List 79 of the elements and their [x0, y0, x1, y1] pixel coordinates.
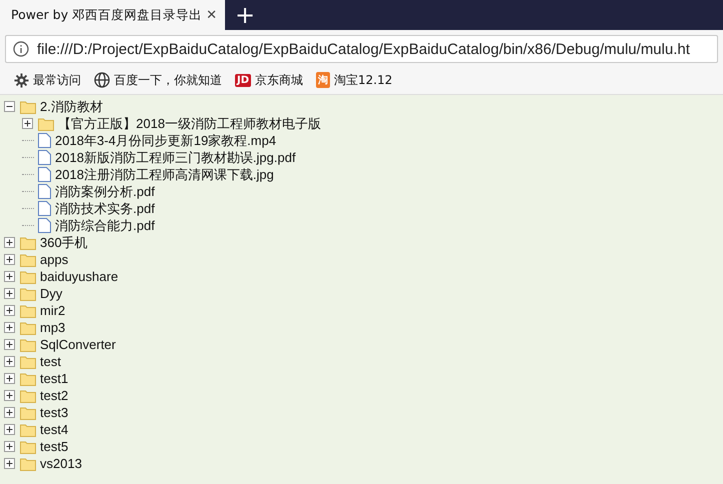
file-icon — [38, 167, 51, 182]
tree-guide-line — [22, 191, 34, 192]
tree-item-label[interactable]: test3 — [40, 405, 68, 420]
tree-guide-line — [22, 225, 34, 226]
tree-item-label[interactable]: 消防案例分析.pdf — [55, 182, 155, 200]
expand-icon[interactable] — [4, 271, 15, 282]
expand-icon[interactable] — [4, 458, 15, 469]
bookmark-link[interactable]: 最常访问 — [14, 72, 81, 88]
folder-icon — [20, 456, 36, 470]
folder-icon — [20, 372, 36, 386]
tree-item-label[interactable]: mir2 — [40, 303, 66, 318]
folder-icon — [20, 388, 36, 402]
close-icon[interactable]: ✕ — [206, 8, 217, 22]
tree-item-label[interactable]: test1 — [40, 371, 68, 386]
expand-icon[interactable] — [4, 305, 15, 316]
tree-item-label[interactable]: Dyy — [40, 286, 62, 301]
folder-icon — [20, 440, 36, 454]
expand-icon[interactable] — [4, 356, 15, 367]
file-icon — [38, 150, 51, 165]
info-icon[interactable] — [13, 41, 29, 57]
tree-guide-line — [22, 140, 34, 141]
tree-item-label[interactable]: 【官方正版】2018一级消防工程师教材电子版 — [58, 114, 321, 132]
expand-icon[interactable] — [22, 118, 33, 129]
file-icon — [38, 184, 51, 199]
expand-icon[interactable] — [4, 424, 15, 435]
folder-icon — [20, 354, 36, 368]
folder-icon — [20, 406, 36, 420]
folder-icon — [20, 252, 36, 266]
folder-icon — [20, 422, 36, 436]
file-icon — [38, 218, 51, 233]
new-tab-button[interactable]: + — [225, 0, 266, 30]
site-logo-icon: 淘 — [316, 72, 330, 88]
tree-item-label[interactable]: 消防技术实务.pdf — [55, 200, 155, 218]
file-icon — [38, 201, 51, 216]
gear-icon — [14, 72, 29, 88]
tree-item-label[interactable]: mp3 — [40, 320, 66, 335]
expand-icon[interactable] — [4, 254, 15, 265]
address-bar[interactable]: file:///D:/Project/ExpBaiduCatalog/ExpBaiduCatalog/ExpBaiduCatalog/bin/x86/Debug/mulu/mulu.ht — [5, 35, 718, 63]
tree-item-label[interactable]: test4 — [40, 422, 68, 437]
collapse-icon[interactable] — [4, 101, 15, 112]
site-logo-icon: JD — [235, 74, 252, 86]
tree-item-label[interactable]: test — [40, 354, 61, 369]
folder-icon — [20, 286, 36, 300]
expand-icon[interactable] — [4, 407, 15, 418]
tree-item-label[interactable]: test5 — [40, 439, 68, 454]
file-icon — [38, 133, 51, 148]
tree-guide-line — [22, 157, 34, 158]
folder-icon — [38, 116, 54, 130]
folder-icon — [20, 320, 36, 334]
expand-icon[interactable] — [4, 237, 15, 248]
bookmark-link[interactable]: 淘 淘宝12.12 — [316, 72, 392, 88]
folder-icon — [20, 236, 36, 250]
expand-icon[interactable] — [4, 441, 15, 452]
bookmark-link[interactable]: JD 京东商城 — [235, 72, 304, 88]
expand-icon[interactable] — [4, 390, 15, 401]
browser-tab[interactable]: Power by 邓西百度网盘目录导出 ✕ — [0, 0, 225, 30]
tree-guide-line — [22, 174, 34, 175]
tree-item-label[interactable]: vs2013 — [40, 456, 82, 471]
tree-item-label[interactable]: 2018注册消防工程师高清网课下载.jpg — [55, 166, 274, 184]
tree-item-label[interactable]: 消防综合能力.pdf — [55, 216, 155, 234]
expand-icon[interactable] — [4, 339, 15, 350]
folder-icon — [20, 100, 36, 114]
expand-icon[interactable] — [4, 288, 15, 299]
tree-item-label[interactable]: baiduyushare — [40, 269, 118, 284]
tree-item-label[interactable]: 2.消防教材 — [40, 98, 103, 116]
bookmark-link[interactable]: 百度一下，你就知道 — [94, 72, 222, 88]
tree-guide-line — [22, 208, 34, 209]
expand-icon[interactable] — [4, 373, 15, 384]
folder-icon — [20, 270, 36, 284]
tree-item-label[interactable]: 2018新版消防工程师三门教材勘误.jpg.pdf — [55, 148, 296, 166]
tree-item-label[interactable]: apps — [40, 252, 68, 267]
tree-item-label[interactable]: 2018年3-4月份同步更新19家教程.mp4 — [55, 132, 276, 150]
globe-icon — [94, 72, 110, 88]
expand-icon[interactable] — [4, 322, 15, 333]
tree-item-label[interactable]: 360手机 — [40, 234, 88, 252]
folder-icon — [20, 338, 36, 352]
tree-item-label[interactable]: SqlConverter — [40, 337, 116, 352]
folder-icon — [20, 304, 36, 318]
tree-item-label[interactable]: test2 — [40, 388, 68, 403]
